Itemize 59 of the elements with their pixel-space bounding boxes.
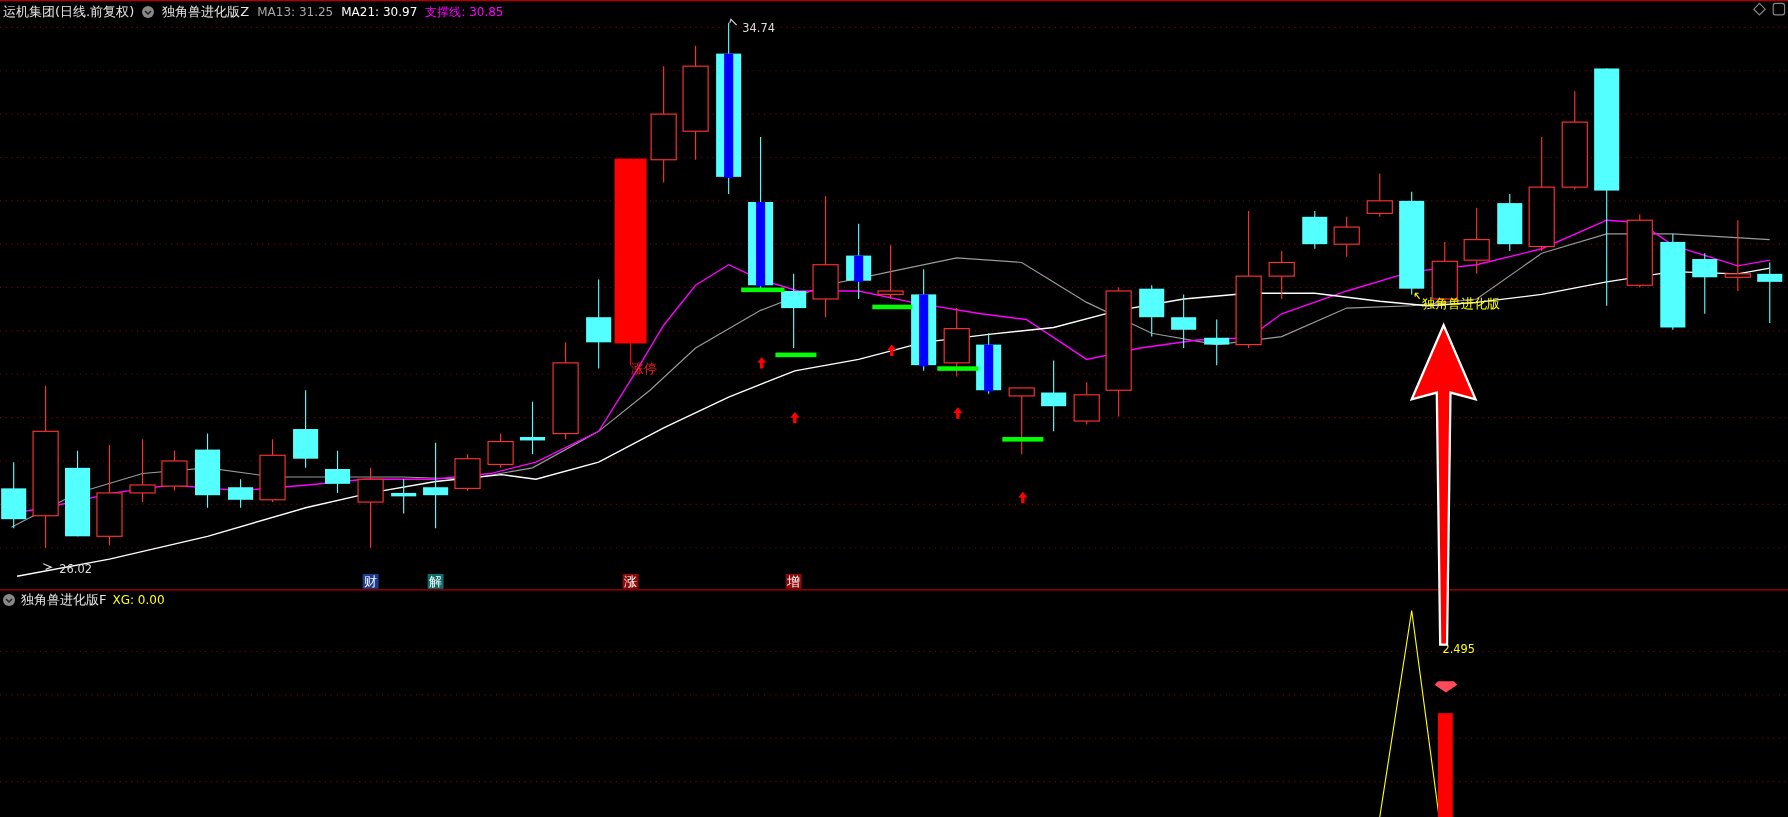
candlestick (1497, 193, 1523, 252)
candlestick (1268, 250, 1295, 300)
leader-line (729, 18, 738, 26)
collapse-icon[interactable] (142, 6, 155, 18)
candlestick (1302, 210, 1328, 250)
diamond-icon (1753, 2, 1766, 16)
candlestick (1333, 216, 1360, 258)
event-tag-label: 财 (364, 574, 378, 590)
candlestick (161, 450, 188, 492)
leader-line (42, 563, 53, 570)
up-arrow-icon (1018, 491, 1028, 504)
candlestick (259, 438, 286, 503)
price-label: 34.74 (742, 20, 775, 35)
candlestick (1757, 261, 1783, 324)
signal-bar (1002, 437, 1044, 442)
indicator-value: 支撑线: 30.85 (425, 3, 504, 21)
candlestick (1041, 360, 1067, 432)
indicator-name: 独角兽进化版Z (162, 3, 250, 21)
gem-icon (1434, 681, 1458, 693)
up-arrow-icon (953, 407, 963, 419)
candlestick (877, 244, 904, 300)
indicator-value: XG: 0.00 (112, 593, 165, 607)
candlestick (325, 450, 351, 494)
event-tag-label: 涨 (624, 574, 638, 590)
signal-bar (937, 366, 979, 371)
event-tag-label: 增 (787, 574, 801, 590)
candlestick (1, 461, 27, 529)
arrow-icon (1414, 292, 1421, 300)
candlestick (129, 438, 156, 503)
candlestick (391, 478, 417, 515)
candlestick (1463, 207, 1490, 275)
indicator-value: MA13: 31.25 (257, 5, 334, 19)
candlestick (1139, 284, 1165, 338)
candlestick (1204, 318, 1230, 366)
price-label: 26.02 (59, 561, 92, 576)
up-arrow-icon (887, 344, 897, 356)
candlestick (1008, 387, 1035, 455)
stock-title: 运机集团(日线.前复权) (3, 3, 135, 21)
candlestick (1073, 381, 1100, 426)
window-icon (1772, 2, 1786, 16)
candlestick (943, 307, 970, 378)
event-tag-label: 解 (429, 574, 443, 590)
candlestick (1366, 172, 1393, 218)
signal-bar (775, 352, 817, 358)
candlestick (1692, 252, 1718, 315)
candlestick (228, 478, 254, 509)
indicator-value: MA21: 30.97 (341, 5, 418, 19)
peak-label: 2.495 (1442, 641, 1476, 656)
up-arrow-icon (757, 357, 767, 369)
candlestick (520, 401, 546, 455)
candlestick (976, 332, 1002, 395)
collapse-icon[interactable] (3, 594, 15, 606)
candlestick (487, 433, 514, 469)
signal-bar (741, 287, 785, 293)
signal-bar (872, 304, 913, 310)
candlestick (454, 453, 481, 492)
indicator-name: 独角兽进化版F (21, 591, 107, 609)
candlestick (1171, 293, 1197, 349)
up-arrow-icon (790, 411, 800, 424)
